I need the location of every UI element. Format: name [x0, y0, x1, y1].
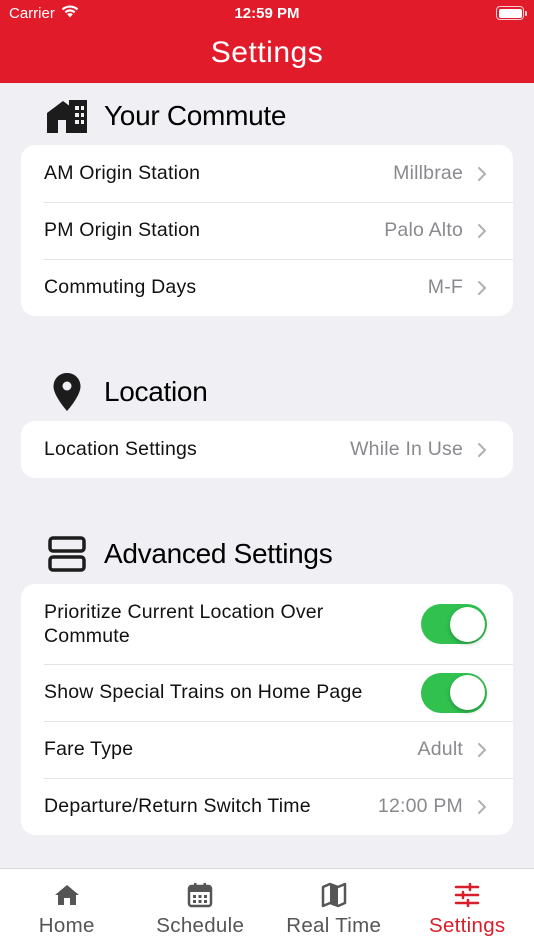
row-value: Palo Alto	[384, 219, 463, 241]
stack-icon	[44, 534, 90, 574]
row-value: Adult	[417, 738, 463, 760]
chevron-right-icon	[477, 742, 487, 758]
chevron-right-icon	[477, 442, 487, 458]
switch-time-row[interactable]: Departure/Return Switch Time 12:00 PM	[21, 778, 513, 835]
chevron-right-icon	[477, 280, 487, 296]
section-header-location: Location	[44, 372, 208, 412]
chevron-right-icon	[477, 223, 487, 239]
row-label: AM Origin Station	[44, 162, 201, 184]
special-trains-toggle[interactable]	[421, 672, 487, 713]
house-icon	[44, 96, 90, 136]
tab-home[interactable]: Home	[0, 869, 134, 950]
advanced-card: Prioritize Current Location Over Commute…	[21, 584, 513, 835]
location-card: Location Settings While In Use	[21, 421, 513, 478]
tab-bar: Home Schedule Real Time Settings	[0, 868, 534, 950]
nav-header: Carrier 12:59 PM Settings	[0, 0, 534, 83]
row-label: Location Settings	[44, 438, 198, 460]
chevron-right-icon	[477, 166, 487, 182]
tab-label: Home	[38, 914, 95, 937]
calendar-icon	[185, 882, 215, 908]
tab-label: Real Time	[286, 914, 382, 937]
fare-type-row[interactable]: Fare Type Adult	[21, 721, 513, 778]
row-value: Millbrae	[393, 162, 463, 184]
commuting-days-row[interactable]: Commuting Days M-F	[21, 259, 513, 316]
row-label: Commuting Days	[44, 276, 197, 298]
tab-real-time[interactable]: Real Time	[267, 869, 401, 950]
pm-origin-row[interactable]: PM Origin Station Palo Alto	[21, 202, 513, 259]
location-pin-icon	[44, 372, 90, 412]
row-label: Prioritize Current Location Over Commute	[44, 601, 324, 647]
tab-label: Settings	[429, 914, 506, 937]
special-trains-row: Show Special Trains on Home Page	[21, 664, 513, 721]
row-value: While In Use	[350, 438, 463, 460]
section-title: Location	[104, 376, 208, 407]
section-header-commute: Your Commute	[44, 96, 286, 136]
prioritize-location-row: Prioritize Current Location Over Commute	[21, 584, 513, 664]
page-title: Settings	[210, 36, 324, 69]
commute-card: AM Origin Station Millbrae PM Origin Sta…	[21, 145, 513, 316]
map-icon	[319, 882, 349, 908]
tab-schedule[interactable]: Schedule	[134, 869, 268, 950]
sliders-icon	[452, 882, 482, 908]
chevron-right-icon	[477, 799, 487, 815]
row-label: Departure/Return Switch Time	[44, 795, 311, 817]
section-title: Advanced Settings	[104, 538, 333, 569]
row-label: PM Origin Station	[44, 219, 201, 241]
tab-settings[interactable]: Settings	[401, 869, 534, 950]
home-icon	[52, 882, 82, 908]
section-header-advanced: Advanced Settings	[44, 534, 333, 574]
section-title: Your Commute	[104, 100, 287, 131]
status-bar: Carrier 12:59 PM	[0, 0, 534, 28]
row-value: M-F	[427, 276, 463, 298]
row-label: Show Special Trains on Home Page	[44, 681, 363, 703]
am-origin-row[interactable]: AM Origin Station Millbrae	[21, 145, 513, 202]
location-settings-row[interactable]: Location Settings While In Use	[21, 421, 513, 478]
tab-label: Schedule	[156, 914, 245, 937]
battery-icon	[496, 6, 527, 20]
row-value: 12:00 PM	[377, 795, 463, 817]
status-time: 12:59 PM	[234, 5, 300, 22]
row-label: Fare Type	[44, 738, 134, 760]
prioritize-location-toggle[interactable]	[421, 604, 487, 644]
